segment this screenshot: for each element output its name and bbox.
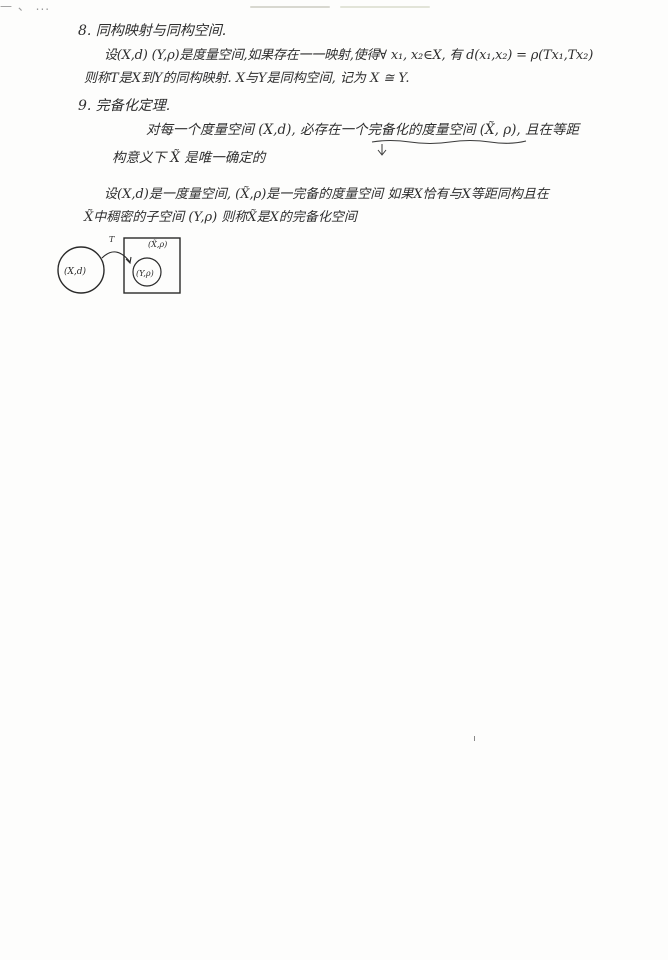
mapping-arrow	[101, 251, 131, 263]
box-label: (X̃,ρ)	[148, 240, 167, 249]
section-9-line-2: 构意义下 X̃ 是唯一确定的	[112, 150, 266, 166]
left-circle-label: (X,d)	[64, 266, 87, 277]
cut-off-top-line: — 、 ...	[0, 0, 668, 16]
pen-mark	[474, 736, 475, 741]
cut-off-text: — 、 ...	[0, 0, 51, 13]
pencil-smear	[250, 6, 330, 8]
definition-line-2: X̃中稠密的子空间 (Y,ρ) 则称X̃是X的完备化空间	[84, 210, 357, 225]
section-8-heading: 8. 同构映射与同构空间.	[78, 23, 227, 39]
emphasis-underline	[371, 139, 527, 156]
section-9-heading: 9. 完备化定理.	[78, 98, 171, 114]
section-9-line-1: 对每一个度量空间 (X,d), 必存在一个完备化的度量空间 (X̃, ρ), 且…	[146, 122, 579, 138]
notebook-page: — 、 ... 8. 同构映射与同构空间. 设(X,d) (Y,ρ)是度量空间,…	[0, 0, 668, 960]
arrow-label: T	[109, 235, 115, 244]
completion-diagram: (X,d) T (X̃,ρ) (Y,ρ)	[50, 232, 200, 302]
section-8-line-2: 则称T是X到Y的同构映射. X与Y是同构空间, 记为 X ≅ Y.	[84, 71, 410, 86]
pencil-smear	[340, 6, 430, 8]
definition-line-1: 设(X,d)是一度量空间, (X̃,ρ)是一完备的度量空间 如果X恰有与X等距同…	[104, 187, 549, 202]
inner-circle-label: (Y,ρ)	[136, 269, 154, 278]
section-8-line-1: 设(X,d) (Y,ρ)是度量空间,如果存在一一映射,使得∀ x₁, x₂∈X,…	[104, 48, 594, 63]
